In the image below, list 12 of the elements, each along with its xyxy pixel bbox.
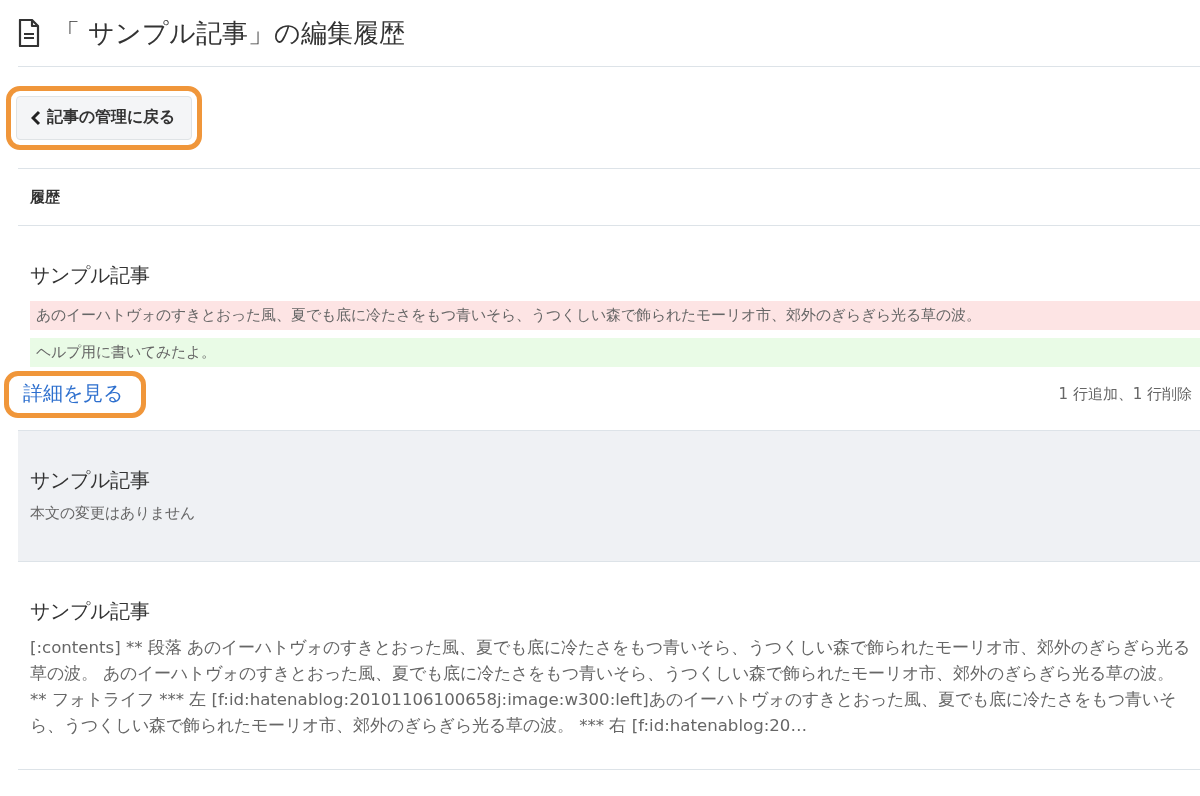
entry-title: サンプル記事 bbox=[30, 467, 151, 494]
change-summary: 1 行追加、1 行削除 bbox=[1058, 385, 1192, 404]
body-excerpt: [:contents] ** 段落 あのイーハトヴォのすきとおった風、夏でも底に冷たさをもつ青いそら、うつくしい森で飾られたモーリオ市、郊外のぎらぎら光る草の波。 あのイーハトヴォのすきとおった風、夏でも底に冷たさをもつ青いそら、うつくしい森で飾られたモーリオ市、郊外のぎらぎら光る草の波。 ** フォトライフ *** 左 [f:id:hatenablog:20101106100658j:image:w300:left]あのイーハトヴォのすきとおった風、夏でも底に冷たさをもつ青いそら、うつくしい森で飾られたモーリオ市、郊外のぎらぎら光る草の波。 *** 右 [f:id:hatenablog:20… bbox=[30, 637, 1192, 737]
no-change-note: 本文の変更はありません bbox=[30, 504, 196, 524]
entry-title: サンプル記事 bbox=[30, 598, 151, 625]
page-title: 「 サンプル記事」の編集履歴 bbox=[54, 16, 406, 50]
section-heading: 履歴 bbox=[30, 187, 60, 207]
chevron-left-icon bbox=[31, 109, 41, 126]
entry-title: サンプル記事 bbox=[30, 262, 151, 289]
details-link[interactable]: 詳細を見る bbox=[23, 381, 123, 405]
back-button[interactable]: 記事の管理に戻る bbox=[16, 95, 192, 140]
document-icon bbox=[18, 19, 40, 47]
